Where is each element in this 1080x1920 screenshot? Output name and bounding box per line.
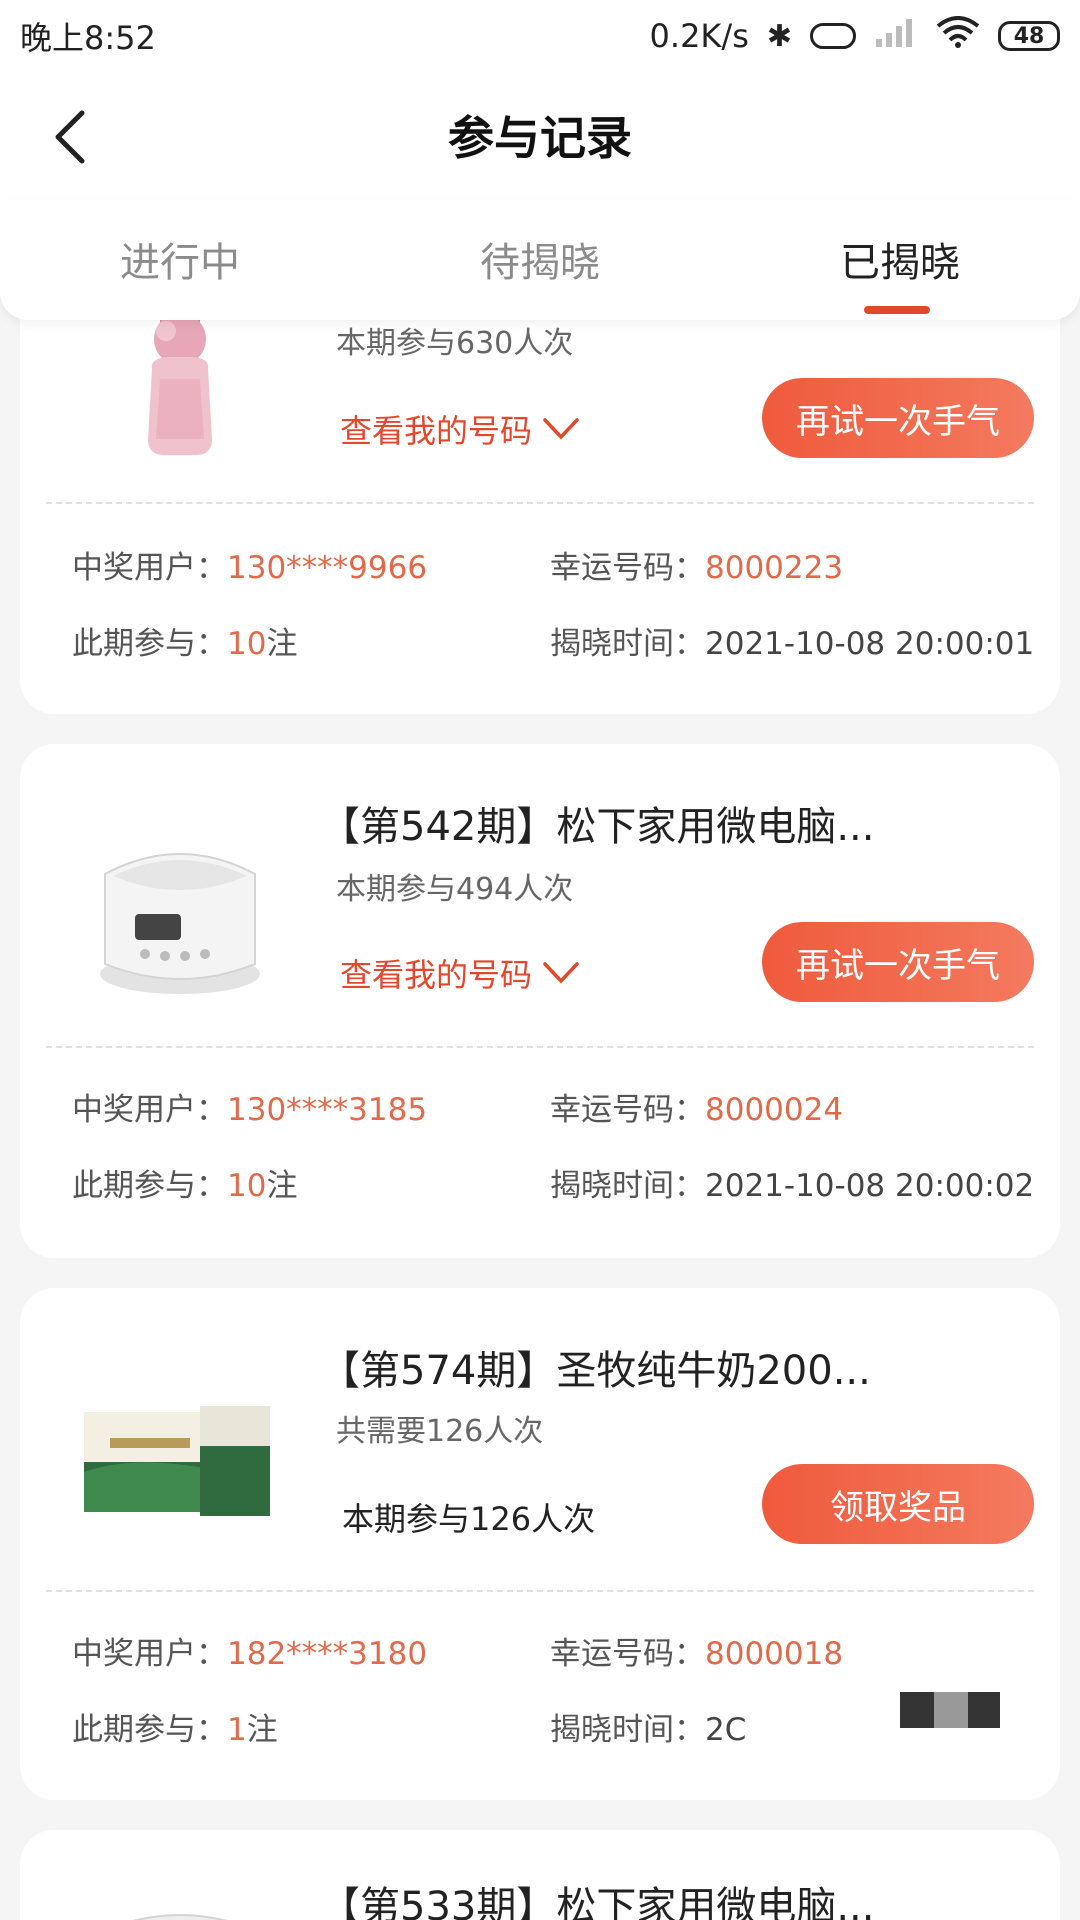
reveal-time-row: 揭晓时间：2021-10-08 20:00:02 <box>550 1160 1034 1205</box>
reveal-time-value: 2C <box>705 1712 747 1748</box>
lucky-row: 幸运号码：8000223 <box>550 542 843 587</box>
joined-label: 此期参与： <box>72 1712 227 1748</box>
winner-label: 中奖用户： <box>72 1636 227 1672</box>
reveal-time-row: 揭晓时间：2C <box>550 1704 746 1749</box>
lucky-value: 8000223 <box>705 550 844 586</box>
bluetooth-icon: ✱ <box>766 18 792 54</box>
tab-pending[interactable]: 待揭晓 <box>360 230 720 288</box>
card-divider <box>46 1046 1034 1048</box>
network-speed: 0.2K/s <box>649 17 749 55</box>
tab-bar: 进行中 待揭晓 已揭晓 <box>0 200 1080 320</box>
record-card: 【第533期】松下家用微电脑... <box>20 1830 1060 1920</box>
winner-row: 中奖用户：182****3180 <box>72 1628 427 1673</box>
participant-count: 本期参与630人次 <box>336 326 574 361</box>
reveal-time-label: 揭晓时间： <box>550 1712 705 1748</box>
card-divider <box>46 1590 1034 1592</box>
reveal-time-label: 揭晓时间： <box>550 626 705 662</box>
status-time: 晚上8:52 <box>20 19 156 57</box>
joined-value: 10 <box>227 1168 267 1204</box>
product-image-perfume <box>70 294 290 474</box>
product-image-milk <box>70 1352 290 1572</box>
tab-revealed[interactable]: 已揭晓 <box>720 230 1080 288</box>
joined-value: 10 <box>227 626 267 662</box>
lucky-label: 幸运号码： <box>550 1092 705 1128</box>
winner-row: 中奖用户：130****9966 <box>72 542 427 587</box>
joined-unit: 注 <box>266 1168 298 1204</box>
lucky-row: 幸运号码：8000018 <box>550 1628 843 1673</box>
product-image-rice-cooker <box>70 1870 290 1920</box>
reveal-time-row: 揭晓时间：2021-10-08 20:00:01 <box>550 618 1034 663</box>
status-bar: 晚上8:52 0.2K/s ✱ 48 <box>0 0 1080 72</box>
product-title[interactable]: 【第542期】松下家用微电脑... <box>320 794 875 852</box>
joined-value: 1 <box>227 1712 247 1748</box>
tab-indicator <box>864 306 930 314</box>
participant-count: 本期参与494人次 <box>336 872 574 907</box>
joined-label: 此期参与： <box>72 1168 227 1204</box>
lucky-value: 8000018 <box>705 1636 844 1672</box>
view-my-numbers[interactable]: 查看我的号码 <box>340 950 580 996</box>
participant-count: 本期参与126人次 <box>342 1500 596 1538</box>
joined-row: 此期参与：10注 <box>72 618 297 663</box>
winner-label: 中奖用户： <box>72 550 227 586</box>
reveal-time-label: 揭晓时间： <box>550 1168 705 1204</box>
tab-in-progress[interactable]: 进行中 <box>0 230 360 288</box>
lucky-row: 幸运号码：8000024 <box>550 1084 843 1129</box>
joined-row: 此期参与：10注 <box>72 1160 297 1205</box>
page-title: 参与记录 <box>448 111 632 165</box>
reveal-time-value: 2021-10-08 20:00:02 <box>705 1168 1035 1204</box>
joined-row: 此期参与：1注 <box>72 1704 278 1749</box>
status-icons: 0.2K/s ✱ 48 <box>650 16 1060 56</box>
view-my-numbers-label: 查看我的号码 <box>340 412 533 450</box>
card-divider <box>46 502 1034 504</box>
lucky-label: 幸运号码： <box>550 550 705 586</box>
try-again-button[interactable]: 再试一次手气 <box>762 378 1034 458</box>
signal-icon <box>874 17 918 55</box>
winner-label: 中奖用户： <box>72 1092 227 1128</box>
chevron-down-icon <box>543 418 579 440</box>
winner-row: 中奖用户：130****3185 <box>72 1084 427 1129</box>
lucky-label: 幸运号码： <box>550 1636 705 1672</box>
winner-value: 182****3180 <box>227 1636 428 1672</box>
lucky-value: 8000024 <box>705 1092 844 1128</box>
winner-value: 130****3185 <box>227 1092 428 1128</box>
claim-prize-button[interactable]: 领取奖品 <box>762 1464 1034 1544</box>
chevron-down-icon <box>543 962 579 984</box>
product-title[interactable]: 【第574期】圣牧纯牛奶200... <box>320 1338 871 1396</box>
redacted-block <box>900 1692 1000 1728</box>
wifi-icon <box>936 16 980 56</box>
battery-icon: 48 <box>998 21 1060 51</box>
joined-label: 此期参与： <box>72 626 227 662</box>
vibrate-icon <box>810 23 856 49</box>
reveal-time-value: 2021-10-08 20:00:01 <box>705 626 1035 662</box>
product-title[interactable]: 【第533期】松下家用微电脑... <box>320 1874 875 1920</box>
try-again-button[interactable]: 再试一次手气 <box>762 922 1034 1002</box>
record-card: 【第574期】圣牧纯牛奶200... 共需要126人次 本期参与126人次 领取… <box>20 1288 1060 1800</box>
view-my-numbers-label: 查看我的号码 <box>340 956 533 994</box>
nav-header: 参与记录 <box>0 72 1080 200</box>
record-card: 【第542期】松下家用微电脑... 本期参与494人次 查看我的号码 再试一次手… <box>20 744 1060 1258</box>
joined-unit: 注 <box>246 1712 278 1748</box>
product-image-rice-cooker <box>70 804 290 1024</box>
requirement-count: 共需要126人次 <box>336 1414 544 1449</box>
joined-unit: 注 <box>266 626 298 662</box>
winner-value: 130****9966 <box>227 550 428 586</box>
view-my-numbers[interactable]: 查看我的号码 <box>340 406 580 452</box>
